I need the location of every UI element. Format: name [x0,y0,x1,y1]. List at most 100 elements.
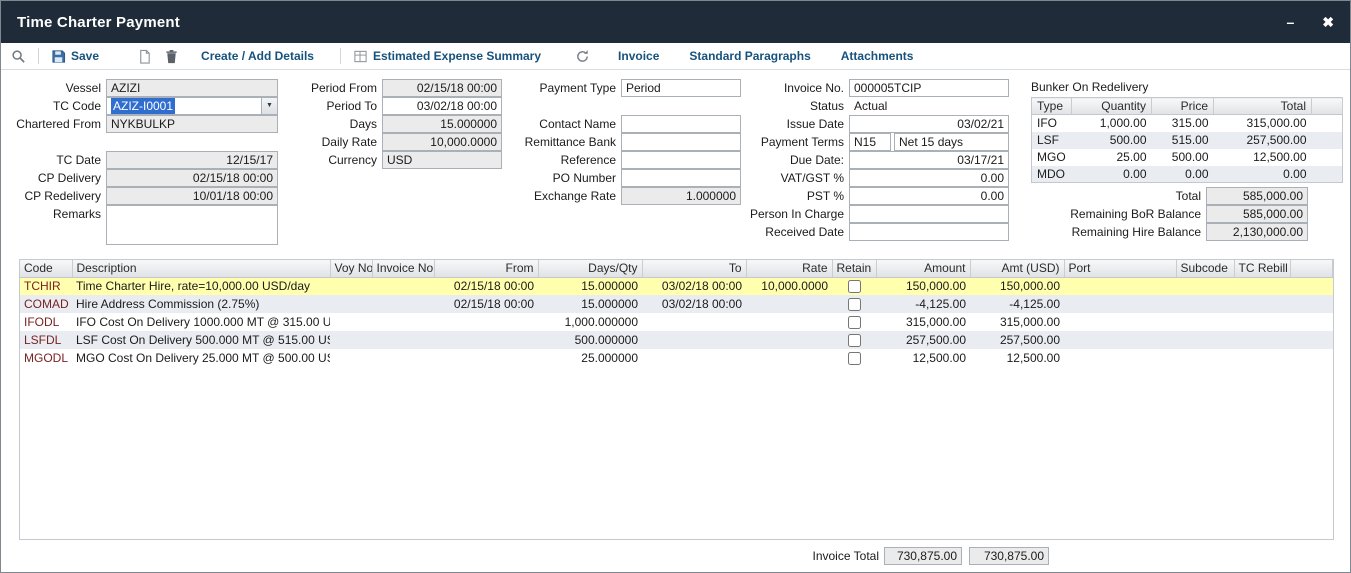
bunker-cell-quantity: 25.00 [1072,149,1152,166]
due-date-field[interactable]: 03/17/21 [849,151,1009,169]
grid-header-days-qty[interactable]: Days/Qty [538,260,642,277]
grid-row[interactable]: TCHIR Time Charter Hire, rate=10,000.00 … [20,277,1333,295]
bunker-row[interactable]: LSF 500.00 515.00 257,500.00 [1032,132,1343,149]
minimize-button[interactable]: – [1286,15,1294,29]
period-to-field[interactable]: 03/02/18 00:00 [382,97,502,115]
retain-checkbox[interactable] [848,298,861,311]
cp-delivery-label: CP Delivery [15,169,103,187]
estimated-expense-summary-button[interactable]: Estimated Expense Summary [353,49,541,64]
grid-header-port[interactable]: Port [1064,260,1176,277]
copy-invoice-button[interactable] [137,49,152,64]
grid-header-retain[interactable]: Retain [832,260,876,277]
cell-amount: 150,000.00 [876,277,970,295]
save-button[interactable]: Save [51,49,99,64]
bunker-cell-filler [1312,115,1343,132]
close-button[interactable]: ✖ [1322,15,1334,29]
attachments-button[interactable]: Attachments [841,49,914,63]
bunker-cell-filler [1312,132,1343,149]
payment-terms-code-field[interactable]: N15 [849,133,891,151]
vessel-field[interactable]: AZIZI [106,79,278,97]
invoice-no-row: Invoice No. 000005TCIP [749,79,1009,97]
bunker-row[interactable]: MDO 0.00 0.00 0.00 [1032,166,1343,183]
grid-header-to[interactable]: To [642,260,746,277]
cell-retain [832,349,876,367]
tc-code-field[interactable]: AZIZ-I0001 ▼ [106,97,278,115]
invoice-no-field[interactable]: 000005TCIP [849,79,1009,97]
grid-header-voy-no[interactable]: Voy No. [330,260,372,277]
remarks-field[interactable] [106,205,278,245]
retain-checkbox[interactable] [848,352,861,365]
chartered-from-field[interactable]: NYKBULKP [106,115,278,133]
search-icon [11,49,26,64]
cell-to [642,349,746,367]
reference-field[interactable] [621,151,741,169]
standard-paragraphs-button[interactable]: Standard Paragraphs [689,49,810,63]
days-field[interactable]: 15.000000 [382,115,502,133]
grid-header-invoice-no[interactable]: Invoice No. [372,260,434,277]
status-value: Actual [849,97,892,115]
retain-checkbox[interactable] [848,280,861,293]
grid-row[interactable]: COMAD Hire Address Commission (2.75%) 02… [20,295,1333,313]
cp-delivery-field[interactable]: 02/15/18 00:00 [106,169,278,187]
received-date-field[interactable] [849,223,1009,241]
bunker-header-type[interactable]: Type [1032,98,1072,115]
daily-rate-field[interactable]: 10,000.0000 [382,133,502,151]
cell-port [1064,349,1176,367]
bunker-row[interactable]: MGO 25.00 500.00 12,500.00 [1032,149,1343,166]
invoice-button[interactable]: Invoice [618,49,659,63]
grid-row[interactable]: IFODL IFO Cost On Delivery 1000.000 MT @… [20,313,1333,331]
search-button[interactable] [11,49,26,64]
pst-row: PST % 0.00 [749,187,1009,205]
vat-gst-field[interactable]: 0.00 [849,169,1009,187]
grid-header-tc-rebill[interactable]: TC Rebill [1234,260,1290,277]
cell-invoice-no [372,331,434,349]
retain-checkbox[interactable] [848,316,861,329]
cell-rate: 10,000.0000 [746,277,832,295]
po-number-field[interactable] [621,169,741,187]
person-in-charge-field[interactable] [849,205,1009,223]
tc-date-field[interactable]: 12/15/17 [106,151,278,169]
bunker-header-price[interactable]: Price [1152,98,1214,115]
cell-description: LSF Cost On Delivery 500.000 MT @ 515.00… [72,331,330,349]
retain-checkbox[interactable] [848,334,861,347]
payment-terms-desc-field[interactable]: Net 15 days [894,133,1009,151]
tc-code-dropdown-button[interactable]: ▼ [261,98,277,114]
cell-invoice-no [372,295,434,313]
period-from-field[interactable]: 02/15/18 00:00 [382,79,502,97]
cell-amount: 257,500.00 [876,331,970,349]
cell-from: 02/15/18 00:00 [434,295,538,313]
grid-header-rate[interactable]: Rate [746,260,832,277]
bunker-header-total[interactable]: Total [1214,98,1312,115]
grid-row[interactable]: LSFDL LSF Cost On Delivery 500.000 MT @ … [20,331,1333,349]
currency-field[interactable]: USD [382,151,502,169]
refresh-button[interactable] [575,49,590,64]
pst-field[interactable]: 0.00 [849,187,1009,205]
payment-type-field[interactable]: Period [621,79,741,97]
grid-header-amount[interactable]: Amount [876,260,970,277]
grid-header-from[interactable]: From [434,260,538,277]
grid-header-subcode[interactable]: Subcode [1176,260,1234,277]
grid-header-amt-usd[interactable]: Amt (USD) [970,260,1064,277]
contact-name-field[interactable] [621,115,741,133]
cell-amt-usd: 315,000.00 [970,313,1064,331]
cell-from [434,349,538,367]
exchange-rate-field[interactable]: 1.000000 [621,187,741,205]
cell-tc-rebill [1234,331,1290,349]
cell-to: 03/02/18 00:00 [642,277,746,295]
remittance-bank-label: Remittance Bank [521,133,618,151]
delete-button[interactable] [164,49,179,64]
bunker-row[interactable]: IFO 1,000.00 315.00 315,000.00 [1032,115,1343,132]
bunker-header-quantity[interactable]: Quantity [1072,98,1152,115]
grid-header-code[interactable]: Code [20,260,72,277]
grid-header-description[interactable]: Description [72,260,330,277]
grid-row[interactable]: MGODL MGO Cost On Delivery 25.000 MT @ 5… [20,349,1333,367]
remaining-bor-field: 585,000.00 [1206,205,1308,223]
bunker-cell-quantity: 500.00 [1072,132,1152,149]
create-add-details-button[interactable]: Create / Add Details [201,49,314,63]
bunker-cell-quantity: 0.00 [1072,166,1152,183]
cp-delivery-row: CP Delivery 02/15/18 00:00 [15,169,278,187]
issue-date-field[interactable]: 03/02/21 [849,115,1009,133]
bunker-on-redelivery-panel: Bunker On Redelivery Type Quantity Price… [1031,79,1343,183]
cp-redelivery-field[interactable]: 10/01/18 00:00 [106,187,278,205]
remittance-bank-field[interactable] [621,133,741,151]
